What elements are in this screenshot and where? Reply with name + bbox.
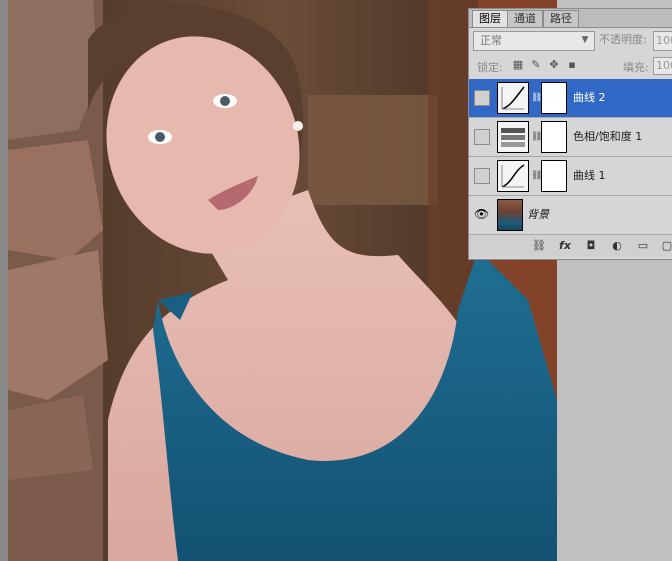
tab-paths[interactable]: 路径 xyxy=(543,10,579,27)
layer-name[interactable]: 曲线 2 xyxy=(573,91,606,105)
panel-footer: ⛓ fx ◘ ◐ ▭ ▢ xyxy=(469,235,672,257)
eye-icon[interactable]: 👁 xyxy=(474,207,489,221)
layer-row-curves-1[interactable]: ⛓ 曲线 1 xyxy=(469,157,672,196)
opacity-field[interactable]: 100 xyxy=(653,31,672,51)
layer-name[interactable]: 背景 xyxy=(527,208,549,222)
curves-thumbnail-icon xyxy=(497,82,529,114)
visibility-toggle[interactable] xyxy=(474,129,490,145)
canvas-left-edge xyxy=(0,0,8,561)
lock-transparent-icon[interactable]: ▦ xyxy=(512,59,524,71)
fill-field[interactable]: 100 xyxy=(653,57,672,75)
lock-pixels-icon[interactable]: ✎ xyxy=(530,59,542,71)
link-layers-icon[interactable]: ⛓ xyxy=(531,238,547,254)
visibility-toggle[interactable] xyxy=(474,90,490,106)
new-group-icon[interactable]: ▭ xyxy=(635,238,651,254)
layer-row-hue-saturation-1[interactable]: ⛓ 色相/饱和度 1 xyxy=(469,118,672,157)
layers-panel: 图层 通道 路径 正常 ▼ 不透明度: 100 锁定: ▦ ✎ ✥ ▪ 填充: … xyxy=(468,8,672,260)
blend-mode-value: 正常 xyxy=(480,34,502,47)
lock-label: 锁定: xyxy=(477,61,503,74)
new-layer-icon[interactable]: ▢ xyxy=(659,238,672,254)
fx-icon[interactable]: fx xyxy=(557,238,573,254)
visibility-toggle[interactable] xyxy=(474,168,490,184)
layer-mask-thumbnail[interactable] xyxy=(541,121,567,153)
layer-mask-thumbnail[interactable] xyxy=(541,160,567,192)
panel-tabs: 图层 通道 路径 xyxy=(469,9,672,28)
opacity-label: 不透明度: xyxy=(599,33,647,46)
layer-row-background[interactable]: 👁 背景 xyxy=(469,196,672,235)
chevron-down-icon: ▼ xyxy=(581,35,589,45)
tab-channels[interactable]: 通道 xyxy=(507,10,543,27)
lock-all-icon[interactable]: ▪ xyxy=(566,59,578,71)
layer-mask-thumbnail[interactable] xyxy=(541,82,567,114)
curves-thumbnail-icon xyxy=(497,160,529,192)
add-mask-icon[interactable]: ◘ xyxy=(583,238,599,254)
adjustment-layer-icon[interactable]: ◐ xyxy=(609,238,625,254)
fill-label: 填充: xyxy=(623,61,649,74)
hue-saturation-thumbnail-icon xyxy=(497,121,529,153)
tab-layers[interactable]: 图层 xyxy=(472,10,508,27)
blend-row: 正常 ▼ 不透明度: 100 xyxy=(469,28,672,54)
lock-position-icon[interactable]: ✥ xyxy=(548,59,560,71)
lock-row: 锁定: ▦ ✎ ✥ ▪ 填充: 100 xyxy=(469,55,672,77)
layer-name[interactable]: 曲线 1 xyxy=(573,169,606,183)
background-thumbnail xyxy=(497,199,523,231)
blend-mode-select[interactable]: 正常 ▼ xyxy=(473,31,595,51)
layer-name[interactable]: 色相/饱和度 1 xyxy=(573,130,642,144)
layer-row-curves-2[interactable]: ⛓ 曲线 2 xyxy=(469,79,672,118)
